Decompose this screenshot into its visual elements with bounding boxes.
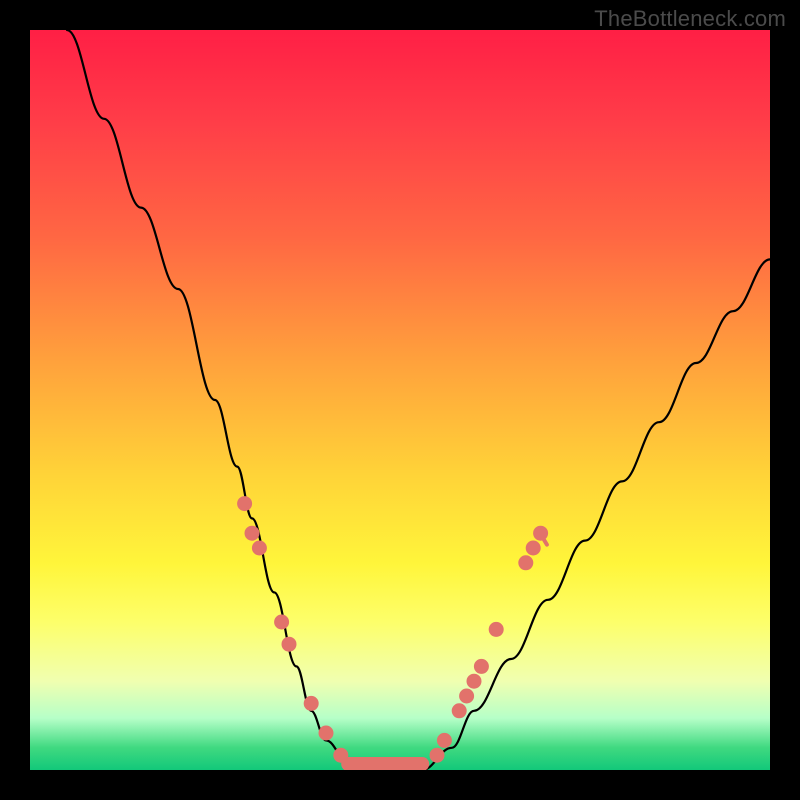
chart-overlay — [30, 30, 770, 770]
curve-marker — [304, 696, 319, 711]
curve-marker — [452, 703, 467, 718]
curve-marker — [459, 689, 474, 704]
bottleneck-curve — [67, 30, 770, 770]
chart-plot-area — [30, 30, 770, 770]
curve-marker — [489, 622, 504, 637]
markers-left-group — [237, 496, 348, 763]
curve-marker — [282, 637, 297, 652]
curve-marker — [245, 526, 260, 541]
curve-marker — [518, 555, 533, 570]
curve-marker — [237, 496, 252, 511]
curve-marker — [437, 733, 452, 748]
chart-frame: TheBottleneck.com — [0, 0, 800, 800]
curve-marker — [430, 748, 445, 763]
markers-right-group — [430, 526, 549, 763]
curve-marker — [274, 615, 289, 630]
curve-marker — [467, 674, 482, 689]
curve-marker — [474, 659, 489, 674]
watermark-text: TheBottleneck.com — [594, 6, 786, 32]
curve-marker — [252, 541, 267, 556]
curve-marker — [333, 748, 348, 763]
curve-marker — [526, 541, 541, 556]
curve-marker — [319, 726, 334, 741]
